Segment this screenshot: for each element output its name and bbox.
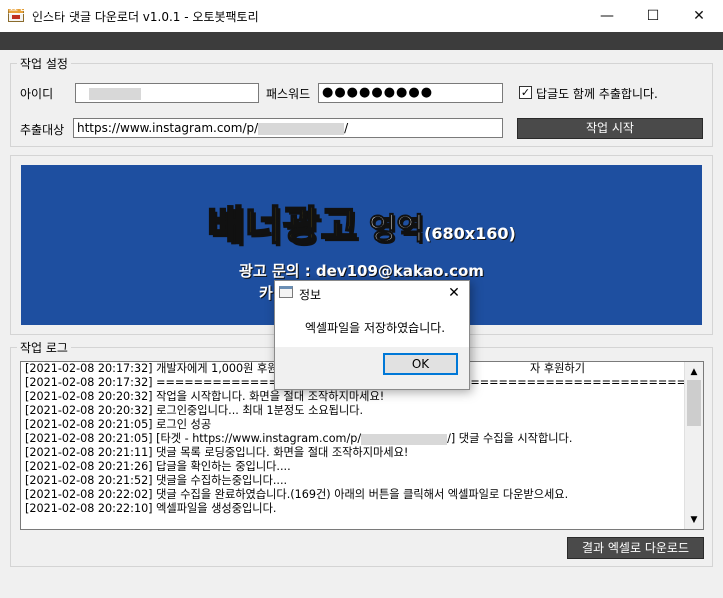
log-line-tail: ========================== [461,376,704,389]
dialog-body: 엑셀파일을 저장하였습니다. [275,305,469,347]
dialog-message: 엑셀파일을 저장하였습니다. [305,321,446,335]
scroll-thumb[interactable] [687,380,701,426]
include-replies-checkbox[interactable]: ✓ [519,86,532,99]
download-excel-button[interactable]: 결과 엑셀로 다운로드 [567,537,704,559]
target-url-prefix: https://www.instagram.com/p/ [77,121,259,135]
scroll-up-icon[interactable]: ▲ [686,364,702,380]
dialog-ok-button[interactable]: OK [383,353,458,375]
dialog-window-icon [279,286,293,298]
banner-line2: 카 [259,284,273,302]
log-line: [2021-02-08 20:20:32] 로그인중입니다... 최대 1분정도… [25,404,364,417]
banner-title: 배너광고 영역(680x160) [21,193,702,251]
target-url-input[interactable]: https://www.instagram.com/p/ / [73,118,503,138]
close-button[interactable]: ✕ [676,0,722,32]
include-replies-label: 답글도 함께 추출합니다. [536,87,658,101]
banner-contact: 광고 문의 : dev109@kakao.com [239,262,484,280]
log-line: [2021-02-08 20:21:05] [타겟 - https://www.… [25,432,573,445]
target-label: 추출대상 [20,123,65,137]
banner-size-text: (680x160) [424,224,516,243]
banner-main-text: 배너광고 [206,202,359,250]
redacted-id [89,87,141,100]
log-line: [2021-02-08 20:22:10] 엑셀파일을 생성중입니다. [25,502,277,515]
log-line: [2021-02-08 20:21:05] 로그인 성공 [25,418,212,431]
menu-item-program[interactable]: 프로그램 메뉴 [8,1,78,18]
id-input[interactable] [75,83,259,103]
log-legend: 작업 로그 [20,341,68,355]
minimize-button[interactable]: — [584,0,630,32]
id-label: 아이디 [20,87,54,101]
log-line: [2021-02-08 20:21:26] 답글을 확인하는 중입니다.... [25,460,291,473]
scroll-down-icon[interactable]: ▼ [686,512,702,528]
settings-legend: 작업 설정 [20,57,68,71]
password-label: 패스워드 [266,87,311,101]
password-input[interactable]: ●●●●●●●●● [318,83,503,103]
target-url-suffix: / [344,121,349,135]
log-line-tail: 자 후원하기 [530,362,586,375]
log-line: [2021-02-08 20:17:32] 개발자에게 1,000원 후원 [25,362,278,375]
start-job-button[interactable]: 작업 시작 [517,118,703,139]
redacted-post-id [258,122,345,135]
dialog-close-icon[interactable]: ✕ [443,283,465,303]
log-line: [2021-02-08 20:21:52] 댓글을 수집하는중입니다.... [25,474,288,487]
log-line: [2021-02-08 20:20:32] 작업을 시작합니다. 화면을 절대 … [25,390,385,403]
log-line: [2021-02-08 20:17:32] ================ [25,376,307,389]
log-line: [2021-02-08 20:22:02] 댓글 수집을 완료하였습니다.(16… [25,488,569,501]
banner-area-text: 영역 [358,212,425,248]
info-dialog: 정보 ✕ 엑셀파일을 저장하였습니다. OK [274,280,470,390]
redacted-post-id [361,433,448,445]
menu-bar [0,32,723,50]
maximize-button[interactable]: ☐ [630,0,676,32]
log-line: [2021-02-08 20:21:11] 댓글 목록 로딩중입니다. 화면을 … [25,446,409,459]
dialog-title: 정보 [299,288,322,302]
